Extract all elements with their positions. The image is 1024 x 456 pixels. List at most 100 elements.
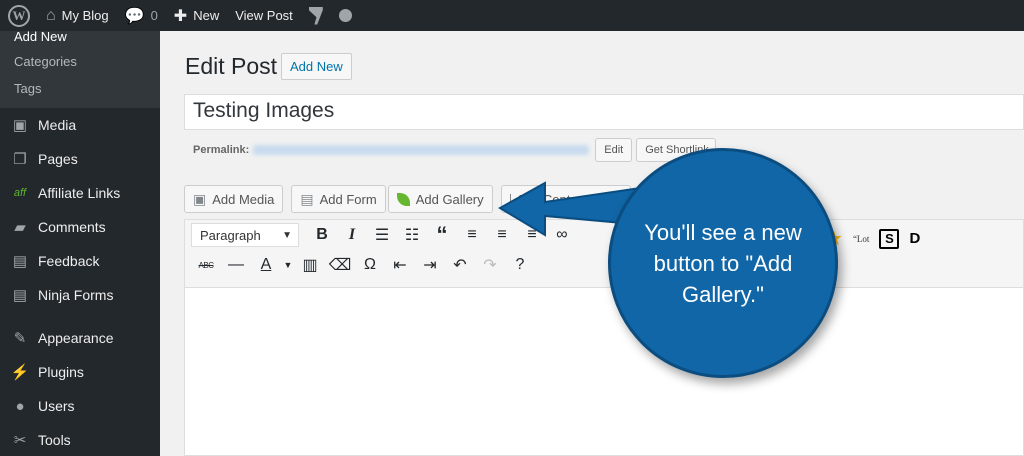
sidebar-item-label: Ninja Forms: [38, 287, 114, 303]
bold-icon[interactable]: B: [307, 222, 337, 248]
home-icon: ⌂: [46, 6, 56, 24]
align-left-icon[interactable]: ≡: [457, 222, 487, 248]
add-gallery-button[interactable]: Add Gallery: [387, 185, 493, 213]
add-media-button[interactable]: ▣ Add Media: [184, 185, 284, 213]
paste-text-icon[interactable]: ▥: [295, 252, 325, 278]
sidebar-item-affiliate-links[interactable]: aff Affiliate Links: [0, 176, 160, 210]
chevron-down-icon: ▼: [282, 229, 292, 241]
format-select[interactable]: Paragraph ▼: [191, 223, 299, 247]
toolbar-row-2: ABC — A ▼ ▥ ⌫ Ω ⇤ ⇥ ↶ ↷ ?: [185, 250, 1023, 280]
post-title-input[interactable]: Testing Images: [184, 94, 1024, 130]
media-icon: ▣: [193, 190, 207, 207]
submenu-item-tags[interactable]: Tags: [0, 75, 160, 102]
sidebar-item-label: Tools: [38, 432, 71, 448]
horizontal-line-icon[interactable]: —: [221, 252, 251, 278]
format-value: Paragraph: [200, 227, 261, 243]
sidebar-item-label: Comments: [38, 219, 106, 235]
media-buttons: ▣ Add Media ▤ Add Form Add Gallery Add C…: [184, 185, 639, 213]
blockquote-icon[interactable]: “: [427, 222, 457, 248]
sidebar-item-plugins[interactable]: ⚡ Plugins: [0, 355, 160, 389]
status-indicator[interactable]: [331, 0, 360, 31]
get-shortlink-button[interactable]: Get Shortlink: [636, 138, 717, 162]
permalink-row: Permalink: Edit Get Shortlink: [193, 138, 720, 162]
page-title: Edit Post: [185, 53, 278, 79]
affiliate-icon: aff: [13, 187, 27, 199]
add-gallery-label: Add Gallery: [415, 191, 484, 207]
admin-bar: W ⌂ My Blog 💬 0 ✚ New View Post: [0, 0, 1024, 31]
s-box-icon[interactable]: S: [879, 228, 900, 249]
quote-lot-icon[interactable]: “Lot: [853, 234, 870, 244]
outdent-icon[interactable]: ⇤: [385, 252, 415, 278]
submenu-item-add-new[interactable]: Add New: [0, 30, 160, 48]
plus-icon: ✚: [173, 7, 188, 25]
add-form-label: Add Form: [319, 191, 377, 207]
clear-formatting-icon[interactable]: ⌫: [325, 252, 355, 278]
italic-icon[interactable]: I: [337, 222, 367, 248]
numbered-list-icon[interactable]: ☷: [397, 222, 427, 248]
align-right-icon[interactable]: ≡: [517, 222, 547, 248]
sidebar-item-label: Media: [38, 117, 77, 133]
toolbar-row-1: Paragraph ▼ B I ☰ ☷ “ ≡ ≡ ≡ ∞ ★ “Lot S D: [185, 220, 1023, 250]
bullet-list-icon[interactable]: ☰: [367, 222, 397, 248]
sidebar-item-label: Users: [38, 398, 75, 414]
sidebar-item-appearance[interactable]: ✎ Appearance: [0, 321, 160, 355]
comments-link[interactable]: 💬 0: [117, 0, 166, 31]
wordpress-menu[interactable]: W: [0, 0, 38, 31]
strikethrough-icon[interactable]: ABC: [191, 252, 221, 278]
editor-toolbar: Paragraph ▼ B I ☰ ☷ “ ≡ ≡ ≡ ∞ ★ “Lot S D: [185, 220, 1023, 288]
sidebar-item-tools[interactable]: ✂ Tools: [0, 423, 160, 456]
text-color-icon[interactable]: A: [251, 252, 281, 278]
view-post-link[interactable]: View Post: [227, 0, 301, 31]
add-contact-form-label: Add Contact Form: [516, 191, 622, 207]
sidebar-item-users[interactable]: ● Users: [0, 389, 160, 423]
d-icon[interactable]: D: [909, 230, 920, 247]
undo-icon[interactable]: ↶: [445, 252, 475, 278]
comments-icon: ▰: [14, 219, 26, 236]
post-editor: Paragraph ▼ B I ☰ ☷ “ ≡ ≡ ≡ ∞ ★ “Lot S D: [184, 219, 1024, 456]
sidebar-item-label: Affiliate Links: [38, 185, 121, 201]
view-post-label: View Post: [235, 8, 293, 23]
site-name-link[interactable]: ⌂ My Blog: [38, 0, 117, 31]
chevron-down-icon[interactable]: ▼: [281, 252, 295, 278]
site-name: My Blog: [61, 8, 109, 23]
indent-icon[interactable]: ⇥: [415, 252, 445, 278]
sidebar-item-comments[interactable]: ▰ Comments: [0, 210, 160, 244]
feedback-icon: ▤: [12, 253, 28, 270]
yoast-seo-menu[interactable]: [301, 0, 331, 31]
sidebar-item-label: Pages: [38, 151, 78, 167]
posts-submenu: Add New Categories Tags: [0, 30, 160, 108]
add-contact-form-button[interactable]: Add Contact Form: [500, 185, 631, 213]
add-media-label: Add Media: [212, 191, 275, 207]
contact-form-icon: [509, 194, 511, 204]
permalink-label: Permalink:: [193, 144, 250, 156]
add-new-button[interactable]: Add New: [281, 53, 352, 80]
special-character-icon[interactable]: Ω: [355, 252, 385, 278]
sidebar-item-pages[interactable]: ❐ Pages: [0, 142, 160, 176]
new-content-link[interactable]: ✚ New: [166, 0, 227, 31]
sidebar-item-media[interactable]: ▣ Media: [0, 108, 160, 142]
media-icon: ▣: [12, 117, 28, 134]
comments-count: 0: [150, 8, 158, 23]
sidebar-item-ninja-forms[interactable]: ▤ Ninja Forms: [0, 278, 160, 312]
main-content: Edit Post Add New Testing Images Permali…: [160, 31, 1024, 456]
align-center-icon[interactable]: ≡: [487, 222, 517, 248]
menu-separator: [0, 312, 160, 321]
submenu-item-categories[interactable]: Categories: [0, 48, 160, 75]
plugins-icon: ⚡: [10, 364, 30, 381]
redo-icon[interactable]: ↷: [475, 252, 505, 278]
star-icon[interactable]: ★: [825, 226, 843, 251]
sidebar-item-feedback[interactable]: ▤ Feedback: [0, 244, 160, 278]
yoast-icon: [308, 6, 323, 25]
users-icon: ●: [15, 397, 25, 415]
sidebar-item-label: Appearance: [38, 330, 114, 346]
edit-permalink-button[interactable]: Edit: [595, 138, 633, 162]
help-icon[interactable]: ?: [505, 252, 535, 278]
link-icon[interactable]: ∞: [547, 222, 577, 248]
permalink-url[interactable]: [253, 145, 590, 155]
add-form-button[interactable]: ▤ Add Form: [291, 185, 386, 213]
sidebar-item-label: Feedback: [38, 253, 100, 269]
tools-icon: ✂: [13, 432, 27, 449]
new-label: New: [193, 8, 220, 23]
ninja-forms-icon: ▤: [12, 287, 28, 304]
toolbar-plugin-icons: ★ “Lot S D: [825, 226, 920, 251]
